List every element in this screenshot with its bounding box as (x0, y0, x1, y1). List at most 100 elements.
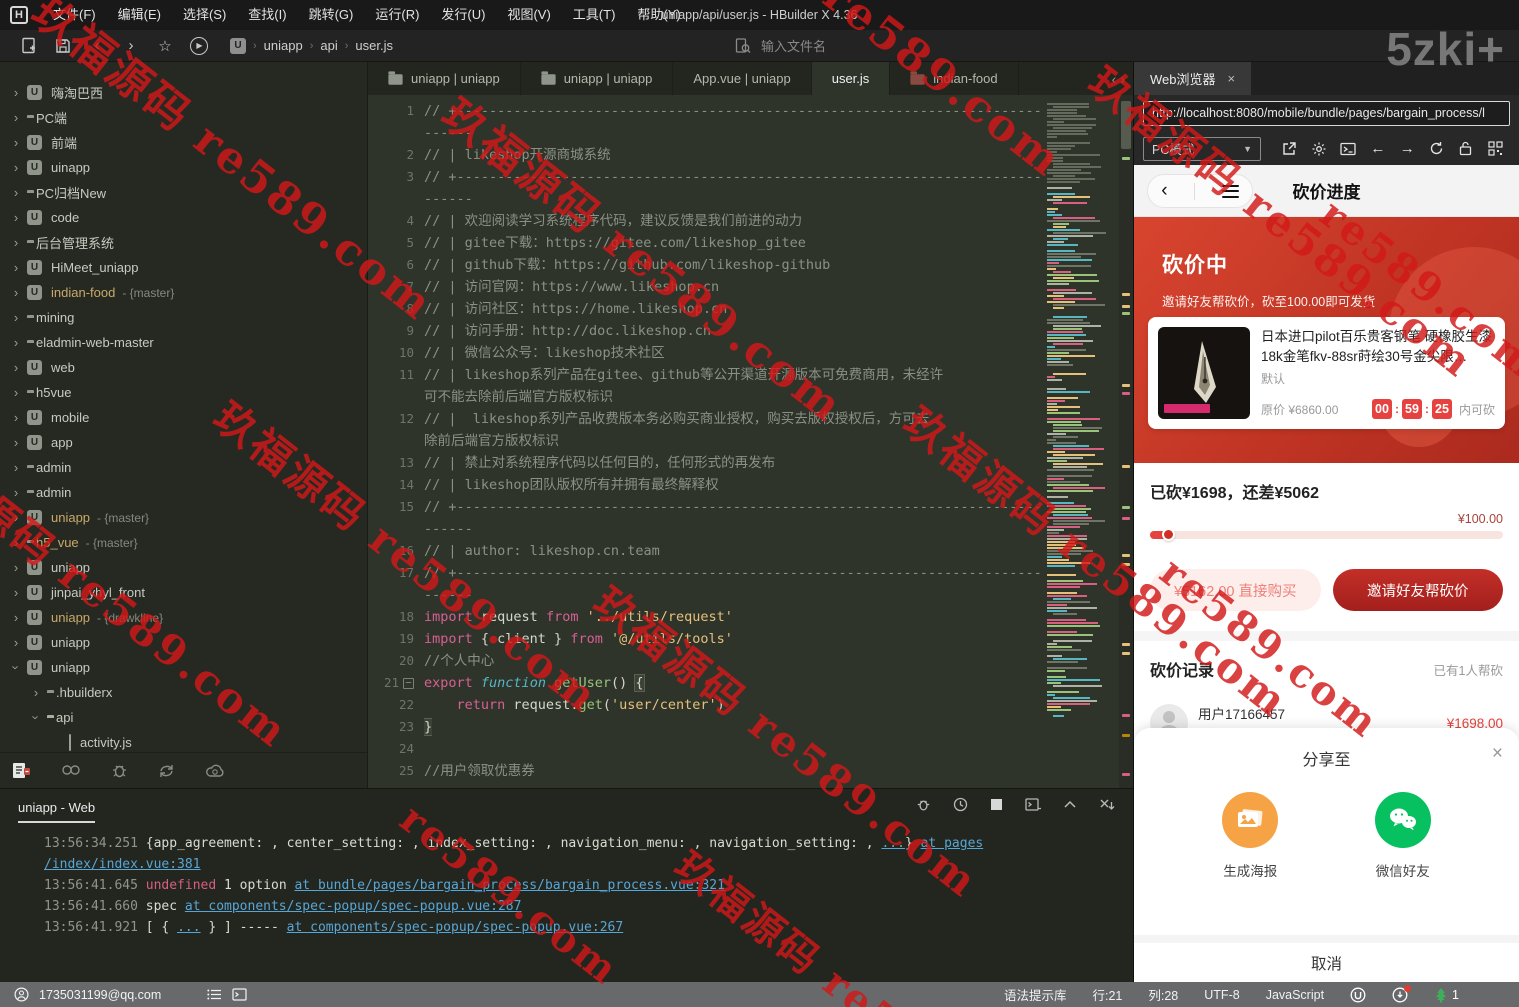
collapse-panel-icon[interactable] (1063, 798, 1077, 816)
forward-icon[interactable]: › (114, 33, 148, 59)
tree-item[interactable]: › Ucode (0, 205, 367, 230)
console-link[interactable]: ... (881, 836, 904, 851)
menu-item[interactable]: 编辑(E) (107, 0, 172, 30)
star-icon[interactable]: ☆ (148, 33, 182, 59)
chevron-icon[interactable]: › (8, 460, 24, 475)
close-icon[interactable]: × (1492, 744, 1503, 763)
qrcode-icon[interactable] (1481, 141, 1510, 156)
code-area[interactable]: 1// +-----------------------------------… (368, 95, 1041, 788)
new-file-icon[interactable] (12, 33, 46, 59)
share-option-poster[interactable]: 生成海报 (1222, 792, 1279, 880)
tree-item[interactable]: › Uuniapp (0, 655, 367, 680)
tree-item[interactable]: › Uuniapp - {drawkline} (0, 605, 367, 630)
refresh-icon[interactable] (1422, 141, 1451, 156)
cursor-line[interactable]: 行:21 (1092, 985, 1122, 1004)
editor-tab[interactable]: indian-food (890, 62, 1019, 95)
notification-tree-icon[interactable]: 1 (1434, 987, 1459, 1003)
editor-tab[interactable]: uniapp | uniapp (368, 62, 521, 95)
breadcrumb-project[interactable]: uniapp (264, 38, 303, 53)
tree-item[interactable]: › h5_vue - {master} (0, 530, 367, 555)
console-link[interactable]: /index/index.vue:381 (44, 857, 201, 872)
encoding[interactable]: UTF-8 (1204, 988, 1239, 1002)
tree-item[interactable]: › PC端 (0, 105, 367, 130)
back-icon[interactable]: ‹ (1161, 180, 1167, 202)
menu-icon[interactable] (1221, 184, 1239, 198)
console-log[interactable]: 13:56:34.251 {app_agreement: , center_se… (0, 825, 1133, 938)
chevron-icon[interactable]: › (8, 535, 24, 550)
chevron-icon[interactable]: › (8, 135, 24, 150)
syntax-lib[interactable]: 语法提示库 (1004, 985, 1067, 1004)
buy-now-button[interactable]: ¥5162.00 直接购买 (1150, 569, 1321, 611)
menu-item[interactable]: 选择(S) (172, 0, 237, 30)
tree-item[interactable]: › Umobile (0, 405, 367, 430)
tree-item[interactable]: › Uuniapp (0, 555, 367, 580)
editor-tab[interactable]: uniapp | uniapp (521, 62, 674, 95)
clear-console-icon[interactable] (1099, 798, 1115, 817)
console-link[interactable]: at components/spec-popup/spec-popup.vue:… (287, 920, 624, 935)
chevron-icon[interactable]: › (8, 435, 24, 450)
tree-item[interactable]: › Uuniapp (0, 630, 367, 655)
debug-icon[interactable] (111, 762, 128, 779)
stop-icon[interactable] (990, 798, 1003, 816)
share-option-wechat[interactable]: 微信好友 (1374, 792, 1431, 880)
settings-gear-icon[interactable] (1304, 141, 1333, 157)
tree-item[interactable]: › Uapp (0, 430, 367, 455)
tree-item[interactable]: › U 嗨淘巴西 (0, 80, 367, 105)
editor-tab[interactable]: App.vue | uniapp (673, 62, 812, 95)
tree-item[interactable]: › Uuinapp (0, 155, 367, 180)
chevron-icon[interactable]: › (8, 585, 24, 600)
console-tab[interactable]: uniapp - Web (18, 800, 96, 823)
tree-item[interactable]: › api (0, 705, 367, 730)
cancel-button[interactable]: 取消 (1134, 935, 1519, 982)
menu-item[interactable]: 跳转(G) (298, 0, 365, 30)
file-search[interactable]: 输入文件名 (735, 36, 826, 55)
account-email[interactable]: 1735031199@qq.com (39, 988, 161, 1002)
open-external-icon[interactable] (1275, 141, 1304, 156)
sync-icon[interactable] (158, 763, 176, 779)
project-manager-icon[interactable] (12, 762, 31, 779)
console-icon[interactable] (1334, 142, 1363, 156)
scrollbar-thumb[interactable] (1121, 101, 1131, 149)
close-tab-icon[interactable]: × (1228, 71, 1236, 86)
chevron-icon[interactable]: › (8, 235, 24, 250)
device-mode-select[interactable]: PC模式 ▼ (1143, 136, 1261, 161)
console-link[interactable]: ... (177, 920, 200, 935)
breadcrumb-folder[interactable]: api (320, 38, 337, 53)
chevron-icon[interactable]: › (28, 685, 44, 700)
chevron-icon[interactable]: › (8, 410, 24, 425)
cursor-col[interactable]: 列:28 (1148, 985, 1178, 1004)
menu-item[interactable]: 运行(R) (364, 0, 430, 30)
tree-item[interactable]: › .hbuilderx (0, 680, 367, 705)
chevron-icon[interactable]: › (8, 285, 24, 300)
nav-back-icon[interactable]: ← (1363, 140, 1392, 157)
menu-item[interactable]: 发行(U) (430, 0, 496, 30)
chevron-icon[interactable]: › (8, 160, 24, 175)
chevron-icon[interactable]: › (8, 210, 24, 225)
nav-forward-icon[interactable]: → (1393, 140, 1422, 157)
chevron-icon[interactable]: › (8, 635, 24, 650)
overview-ruler[interactable] (1119, 95, 1133, 788)
tree-item[interactable]: › 后台管理系统 (0, 230, 367, 255)
uni-icon[interactable] (1350, 987, 1366, 1003)
console-link[interactable]: at bundle/pages/bargain_process/bargain_… (294, 878, 724, 893)
search-icon[interactable] (61, 763, 81, 778)
update-download-icon[interactable] (1392, 984, 1412, 1003)
tree-item[interactable]: › h5vue (0, 380, 367, 405)
outline-list-icon[interactable] (207, 988, 222, 1001)
tree-item[interactable]: › Uuniapp - {master} (0, 505, 367, 530)
breadcrumb-file[interactable]: user.js (355, 38, 393, 53)
tree-item[interactable]: › Uweb (0, 355, 367, 380)
cloud-icon[interactable] (206, 763, 225, 778)
url-input[interactable]: http://localhost:8080/mobile/bundle/page… (1143, 101, 1510, 126)
back-icon[interactable]: ‹ (80, 33, 114, 59)
minimap[interactable] (1045, 95, 1119, 788)
browser-tab[interactable]: Web浏览器 × (1134, 62, 1252, 95)
tree-item[interactable]: › U HiMeet_uniapp (0, 255, 367, 280)
chevron-icon[interactable]: › (8, 610, 24, 625)
chevron-icon[interactable]: › (8, 385, 24, 400)
chevron-icon[interactable]: › (8, 85, 24, 100)
tab-scroll-arrows[interactable]: ‹ › (1104, 62, 1133, 95)
terminal-icon[interactable] (232, 988, 247, 1001)
chevron-icon[interactable]: › (8, 560, 24, 575)
menu-item[interactable]: 工具(T) (562, 0, 627, 30)
